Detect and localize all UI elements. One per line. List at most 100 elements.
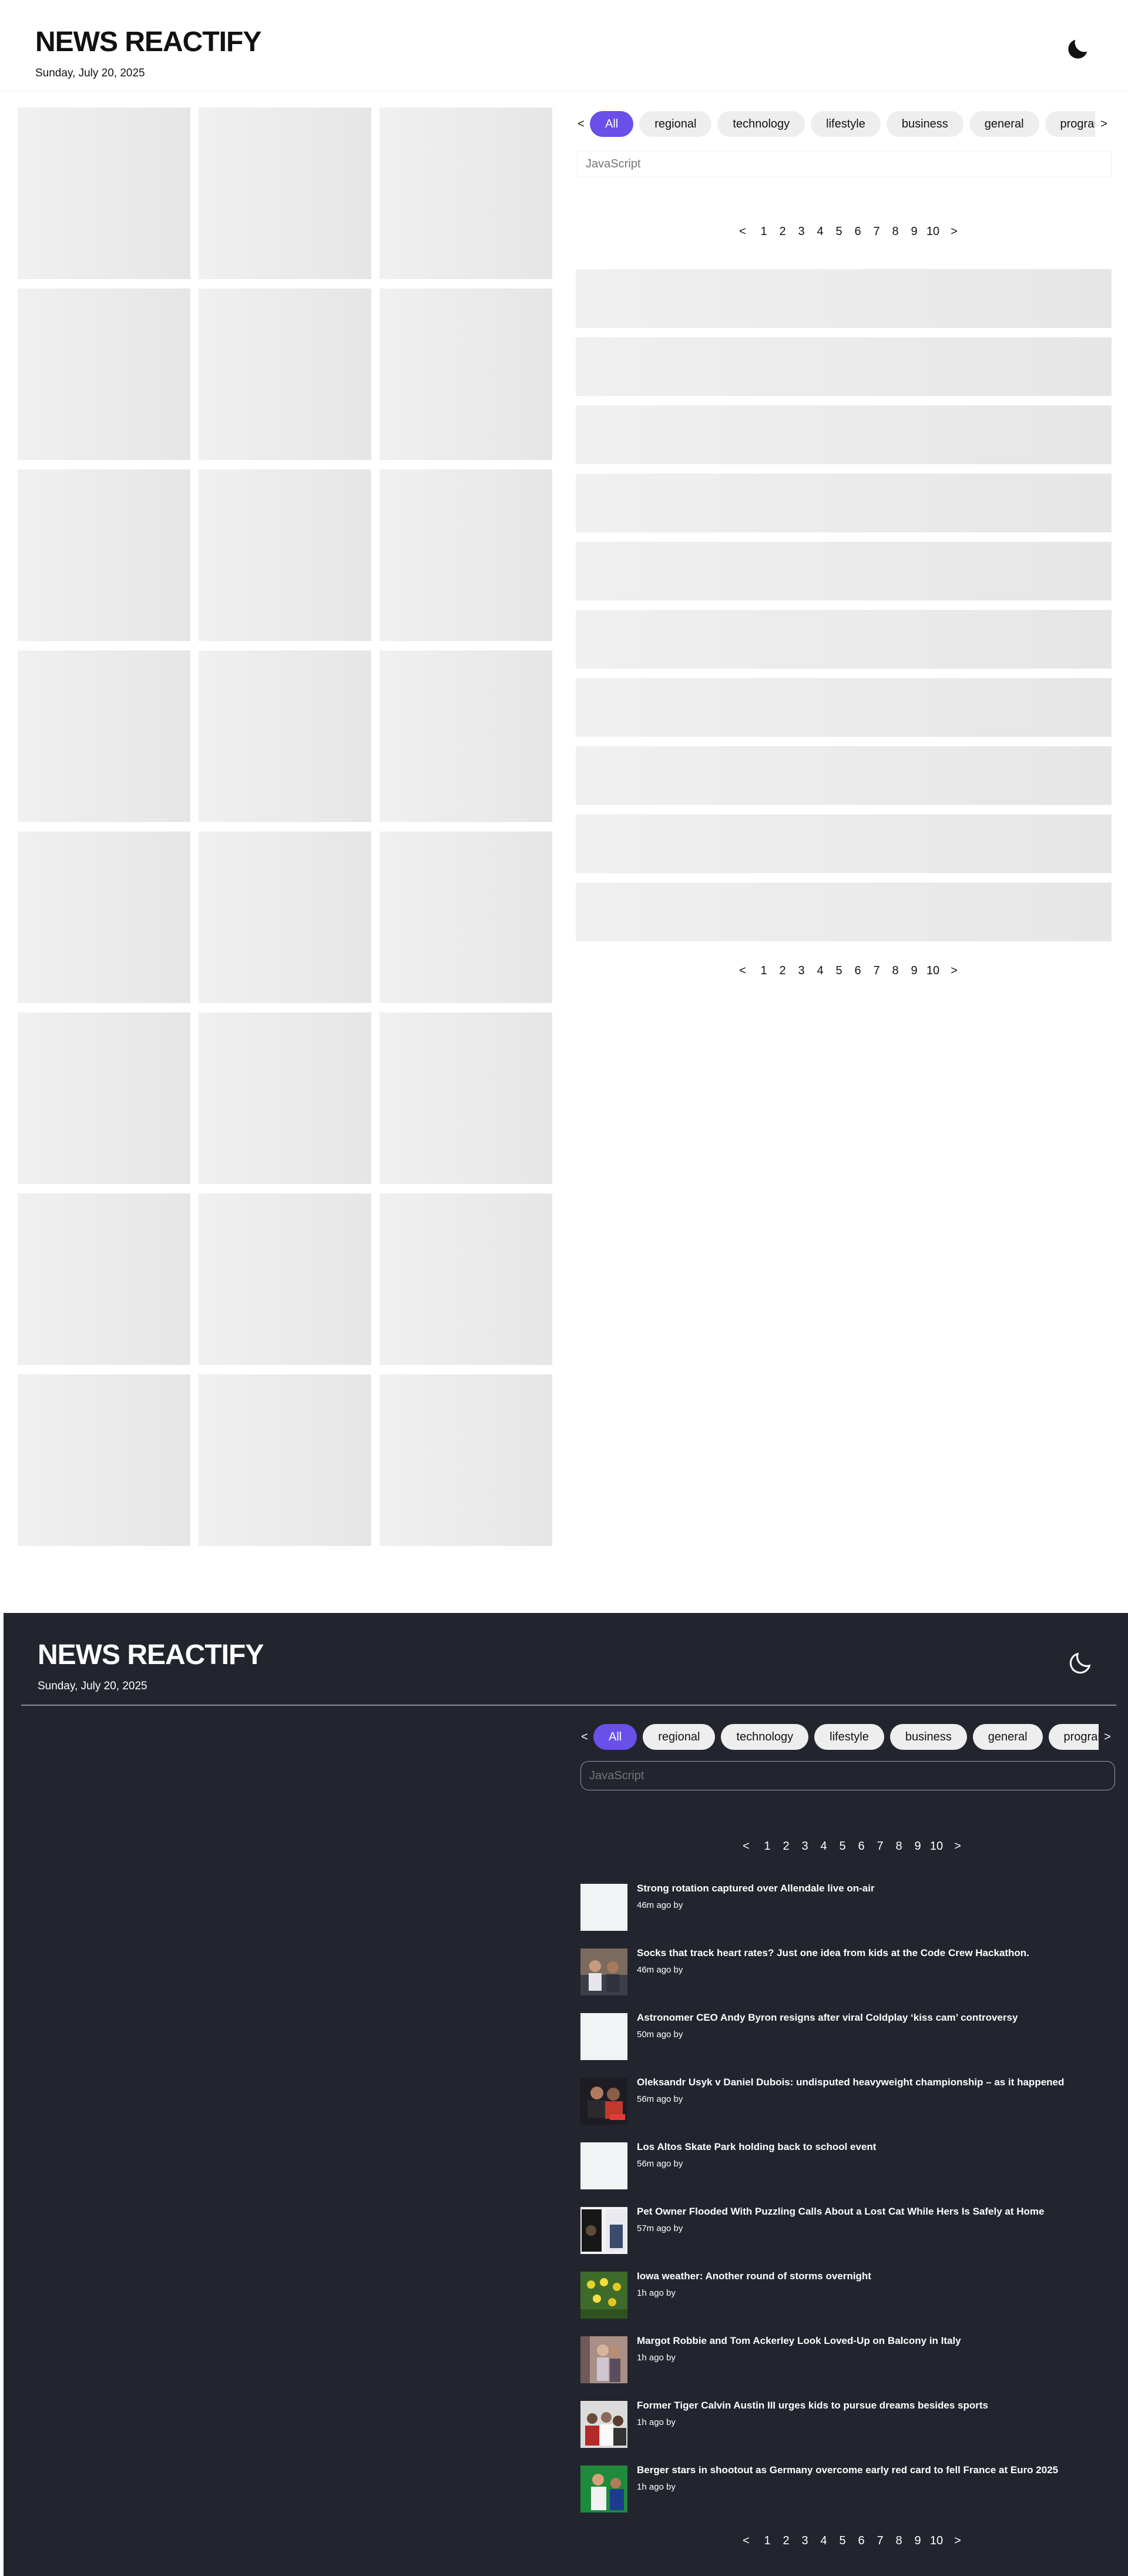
page-button[interactable]: 10 (924, 964, 942, 978)
page-button[interactable]: 4 (814, 1840, 833, 1853)
news-item[interactable]: Iowa weather: Another round of storms ov… (580, 2268, 1115, 2333)
page-button[interactable]: 7 (867, 225, 886, 239)
category-lifestyle[interactable]: lifestyle (811, 111, 881, 137)
category-slider: < All regional technology lifestyle busi… (578, 1723, 1115, 1750)
category-all[interactable]: All (593, 1724, 637, 1750)
news-item[interactable]: Strong rotation captured over Allendale … (580, 1880, 1115, 1945)
page-button[interactable]: 2 (773, 964, 792, 978)
page-button[interactable]: 8 (889, 2534, 908, 2548)
page-button[interactable]: 9 (908, 2534, 927, 2548)
page-button[interactable]: 6 (852, 2534, 871, 2548)
page-button[interactable]: 1 (754, 964, 773, 978)
page-button[interactable]: 7 (867, 964, 886, 978)
news-title[interactable]: Oleksandr Usyk v Daniel Dubois: undisput… (637, 2077, 1107, 2088)
news-title[interactable]: Iowa weather: Another round of storms ov… (637, 2270, 1107, 2282)
pagination-next-button[interactable]: > (946, 2534, 969, 2548)
page-button[interactable]: 5 (833, 1840, 852, 1853)
news-item[interactable]: Berger stars in shootout as Germany over… (580, 2462, 1115, 2527)
page-button[interactable]: 3 (792, 225, 811, 239)
news-meta: 57m ago by (637, 2223, 683, 2233)
news-thumbnail (580, 2013, 627, 2060)
page-button[interactable]: 10 (927, 2534, 946, 2548)
news-thumbnail (580, 2078, 627, 2125)
category-regional[interactable]: regional (643, 1724, 716, 1750)
pagination-next-button[interactable]: > (942, 964, 966, 978)
category-technology[interactable]: technology (721, 1724, 809, 1750)
news-title[interactable]: Los Altos Skate Park holding back to sch… (637, 2141, 1107, 2153)
category-all[interactable]: All (590, 111, 634, 137)
category-business[interactable]: business (886, 111, 964, 137)
page-button[interactable]: 3 (795, 2534, 814, 2548)
pagination-prev-button[interactable]: < (731, 225, 754, 239)
news-item[interactable]: Oleksandr Usyk v Daniel Dubois: undisput… (580, 2074, 1115, 2139)
moon-icon[interactable] (1067, 1649, 1094, 1676)
app-title[interactable]: NEWS REACTIFY (38, 1639, 264, 1671)
category-prev-button[interactable]: < (575, 118, 588, 131)
app-title[interactable]: NEWS REACTIFY (35, 26, 261, 58)
pagination-next-button[interactable]: > (946, 1840, 969, 1853)
category-programming[interactable]: programming (1045, 111, 1095, 137)
page-button[interactable]: 8 (886, 964, 905, 978)
news-title[interactable]: Socks that track heart rates? Just one i… (637, 1947, 1107, 1959)
category-next-button[interactable]: > (1097, 118, 1110, 131)
category-programming[interactable]: programming (1048, 1724, 1099, 1750)
category-regional[interactable]: regional (639, 111, 712, 137)
page-button[interactable]: 4 (811, 964, 830, 978)
page-button[interactable]: 5 (833, 2534, 852, 2548)
news-item[interactable]: Pet Owner Flooded With Puzzling Calls Ab… (580, 2203, 1115, 2268)
page-button[interactable]: 9 (908, 1840, 927, 1853)
news-title[interactable]: Astronomer CEO Andy Byron resigns after … (637, 2012, 1107, 2024)
page-button[interactable]: 4 (814, 2534, 833, 2548)
news-item[interactable]: Astronomer CEO Andy Byron resigns after … (580, 2010, 1115, 2074)
category-next-button[interactable]: > (1101, 1730, 1114, 1744)
pagination-prev-button[interactable]: < (734, 1840, 758, 1853)
page-button[interactable]: 3 (795, 1840, 814, 1853)
page-button[interactable]: 1 (758, 2534, 777, 2548)
news-item[interactable]: Former Tiger Calvin Austin III urges kid… (580, 2397, 1115, 2462)
pagination-prev-button[interactable]: < (731, 964, 754, 978)
news-title[interactable]: Former Tiger Calvin Austin III urges kid… (637, 2400, 1107, 2411)
pagination-top: < 1 2 3 4 5 6 7 8 9 10 > (731, 225, 958, 239)
category-general[interactable]: general (969, 111, 1039, 137)
moon-icon[interactable] (1065, 35, 1092, 62)
page-button[interactable]: 7 (871, 2534, 889, 2548)
news-item[interactable]: Socks that track heart rates? Just one i… (580, 1945, 1115, 2010)
pagination-prev-button[interactable]: < (734, 2534, 758, 2548)
page-button[interactable]: 10 (924, 225, 942, 239)
page-button[interactable]: 10 (927, 1840, 946, 1853)
page-button[interactable]: 3 (792, 964, 811, 978)
page-button[interactable]: 9 (905, 964, 924, 978)
page-button[interactable]: 9 (905, 225, 924, 239)
page-button[interactable]: 4 (811, 225, 830, 239)
page-button[interactable]: 5 (830, 225, 848, 239)
page-button[interactable]: 8 (886, 225, 905, 239)
news-title[interactable]: Margot Robbie and Tom Ackerley Look Love… (637, 2335, 1107, 2347)
page-button[interactable]: 6 (852, 1840, 871, 1853)
news-item[interactable]: Los Altos Skate Park holding back to sch… (580, 2139, 1115, 2203)
search-input[interactable] (577, 150, 1112, 177)
pagination-next-button[interactable]: > (942, 225, 966, 239)
skeleton-card (199, 1374, 371, 1546)
page-button[interactable]: 7 (871, 1840, 889, 1853)
page-button[interactable]: 8 (889, 1840, 908, 1853)
category-prev-button[interactable]: < (578, 1730, 591, 1744)
page-button[interactable]: 1 (754, 225, 773, 239)
page-button[interactable]: 2 (773, 225, 792, 239)
category-lifestyle[interactable]: lifestyle (814, 1724, 884, 1750)
search-input[interactable] (580, 1761, 1115, 1790)
news-thumbnail (580, 2142, 627, 2189)
page-button[interactable]: 5 (830, 964, 848, 978)
page-button[interactable]: 6 (848, 964, 867, 978)
page-button[interactable]: 6 (848, 225, 867, 239)
category-business[interactable]: business (889, 1724, 967, 1750)
page-button[interactable]: 2 (777, 2534, 795, 2548)
page-button[interactable]: 2 (777, 1840, 795, 1853)
pagination-top: < 1 2 3 4 5 6 7 8 9 10 > (734, 1840, 961, 1853)
news-item[interactable]: Margot Robbie and Tom Ackerley Look Love… (580, 2333, 1115, 2397)
news-title[interactable]: Strong rotation captured over Allendale … (637, 1883, 1107, 1894)
news-title[interactable]: Berger stars in shootout as Germany over… (637, 2464, 1107, 2476)
news-title[interactable]: Pet Owner Flooded With Puzzling Calls Ab… (637, 2206, 1107, 2218)
category-general[interactable]: general (972, 1724, 1043, 1750)
category-technology[interactable]: technology (717, 111, 805, 137)
page-button[interactable]: 1 (758, 1840, 777, 1853)
